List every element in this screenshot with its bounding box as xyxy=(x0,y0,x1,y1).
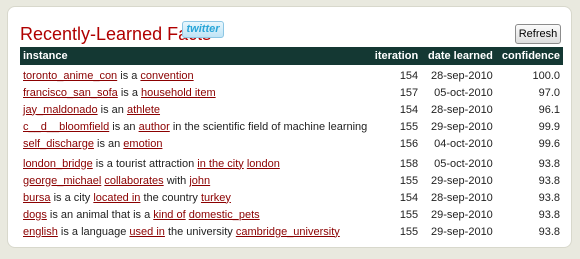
table-row: jay_maldonado is an athlete 154 28-sep-201… xyxy=(20,101,563,118)
fact-text: with xyxy=(163,174,190,187)
panel-header: Recently-Learned Facts twitter Refresh xyxy=(20,17,561,47)
facts-table: instance iteration date learned confiden… xyxy=(20,47,563,240)
instance-cell: jay_maldonado is an athlete xyxy=(20,101,370,118)
instance-cell: self_discharge is an emotion xyxy=(20,135,370,152)
facts-panel: Recently-Learned Facts twitter Refresh i… xyxy=(7,6,572,248)
refresh-button[interactable]: Refresh xyxy=(515,24,561,44)
fact-link[interactable]: c__d__bloomfield xyxy=(23,121,109,133)
fact-text: is an xyxy=(97,103,127,116)
fact-link[interactable]: turkey xyxy=(201,192,231,204)
iteration-cell: 155 xyxy=(399,208,419,221)
fact-link[interactable]: located in xyxy=(93,192,140,204)
confidence-cell: 97.0 xyxy=(538,86,560,99)
table-row: london_bridge is a tourist attraction in… xyxy=(20,152,563,172)
fact-link[interactable]: london xyxy=(247,158,280,170)
confidence-cell: 93.8 xyxy=(538,191,560,204)
table-row: toronto_anime_con is a convention 154 28-s… xyxy=(20,65,563,84)
table-header-row: instance iteration date learned confiden… xyxy=(20,47,563,65)
instance-cell: dogs is an animal that is a kind of dome… xyxy=(20,206,370,223)
fact-link[interactable]: jay_maldonado xyxy=(23,104,98,116)
table-row: francisco_san_sofa is a household item 15… xyxy=(20,84,563,101)
table-body: toronto_anime_con is a convention 154 28-s… xyxy=(20,65,563,240)
fact-link[interactable]: francisco_san_sofa xyxy=(23,87,118,99)
fact-text: is an xyxy=(93,137,124,150)
column-header-iteration: iteration xyxy=(370,47,422,65)
date-learned-cell: 28-sep-2010 xyxy=(431,69,493,82)
iteration-cell: 155 xyxy=(399,225,419,238)
date-learned-cell: 05-oct-2010 xyxy=(434,86,493,99)
fact-link[interactable]: dogs xyxy=(23,209,47,221)
date-learned-cell: 29-sep-2010 xyxy=(431,120,493,133)
column-header-date-learned: date learned xyxy=(421,47,496,65)
date-learned-cell: 04-oct-2010 xyxy=(434,137,493,150)
fact-link[interactable]: in the city xyxy=(197,158,243,170)
instance-cell: george_michael collaborates with john xyxy=(20,172,370,189)
table-row: c__d__bloomfield is an author in the sci… xyxy=(20,118,563,135)
fact-link[interactable]: george_michael xyxy=(23,175,101,187)
fact-link[interactable]: toronto_anime_con xyxy=(23,70,117,82)
table-row: george_michael collaborates with john 155… xyxy=(20,172,563,189)
date-learned-cell: 05-oct-2010 xyxy=(434,157,493,170)
confidence-cell: 99.6 xyxy=(538,137,560,150)
fact-text: is a xyxy=(117,69,141,82)
fact-link[interactable]: bursa xyxy=(23,192,51,204)
table-row: bursa is a city located in the country t… xyxy=(20,189,563,206)
instance-cell: c__d__bloomfield is an author in the sci… xyxy=(20,118,370,135)
instance-cell: francisco_san_sofa is a household item xyxy=(20,84,370,101)
fact-text: the country xyxy=(140,191,201,204)
confidence-cell: 93.8 xyxy=(538,157,560,170)
iteration-cell: 157 xyxy=(399,86,419,99)
instance-cell: toronto_anime_con is a convention xyxy=(20,65,370,84)
date-learned-cell: 29-sep-2010 xyxy=(431,208,493,221)
fact-text: is a tourist attraction xyxy=(92,157,198,170)
confidence-cell: 100.0 xyxy=(532,69,560,82)
instance-cell: english is a language used in the univer… xyxy=(20,223,370,240)
fact-link[interactable]: cambridge_university xyxy=(236,226,340,238)
confidence-cell: 93.8 xyxy=(538,225,560,238)
twitter-badge[interactable]: twitter xyxy=(182,21,224,38)
confidence-cell: 93.8 xyxy=(538,174,560,187)
fact-text: is a city xyxy=(50,191,94,204)
fact-link[interactable]: emotion xyxy=(123,138,162,150)
fact-text: is an animal that is a xyxy=(46,208,154,221)
fact-link[interactable]: athlete xyxy=(127,104,160,116)
confidence-cell: 93.8 xyxy=(538,208,560,221)
fact-link[interactable]: household item xyxy=(141,87,216,99)
fact-link[interactable]: english xyxy=(23,226,58,238)
iteration-cell: 156 xyxy=(399,137,419,150)
date-learned-cell: 29-sep-2010 xyxy=(431,225,493,238)
fact-link[interactable]: domestic_pets xyxy=(189,209,260,221)
iteration-cell: 155 xyxy=(399,120,419,133)
fact-link[interactable]: used in xyxy=(129,226,164,238)
column-header-confidence: confidence xyxy=(495,47,563,65)
iteration-cell: 154 xyxy=(399,69,419,82)
iteration-cell: 155 xyxy=(399,174,419,187)
fact-text: is an xyxy=(109,120,139,133)
fact-link[interactable]: author xyxy=(139,121,170,133)
fact-text: is a language xyxy=(57,225,130,238)
fact-link[interactable]: john xyxy=(189,175,210,187)
fact-link[interactable]: collaborates xyxy=(104,175,163,187)
iteration-cell: 154 xyxy=(399,103,419,116)
date-learned-cell: 29-sep-2010 xyxy=(431,174,493,187)
fact-link[interactable]: convention xyxy=(140,70,193,82)
fact-text: is a xyxy=(117,86,142,99)
fact-link[interactable]: london_bridge xyxy=(23,158,93,170)
table-row: self_discharge is an emotion 156 04-oct-20… xyxy=(20,135,563,152)
iteration-cell: 154 xyxy=(399,191,419,204)
date-learned-cell: 28-sep-2010 xyxy=(431,103,493,116)
instance-cell: london_bridge is a tourist attraction in… xyxy=(20,152,370,172)
iteration-cell: 158 xyxy=(399,157,419,170)
table-row: dogs is an animal that is a kind of dome… xyxy=(20,206,563,223)
fact-link[interactable]: kind of xyxy=(153,209,185,221)
fact-text: in the scientific field of machine learn… xyxy=(169,120,368,133)
instance-cell: bursa is a city located in the country t… xyxy=(20,189,370,206)
column-header-instance: instance xyxy=(20,47,371,65)
date-learned-cell: 28-sep-2010 xyxy=(431,191,493,204)
confidence-cell: 99.9 xyxy=(538,120,560,133)
fact-link[interactable]: self_discharge xyxy=(23,138,94,150)
fact-text: the university xyxy=(164,225,236,238)
confidence-cell: 96.1 xyxy=(538,103,560,116)
table-row: english is a language used in the univer… xyxy=(20,223,563,240)
